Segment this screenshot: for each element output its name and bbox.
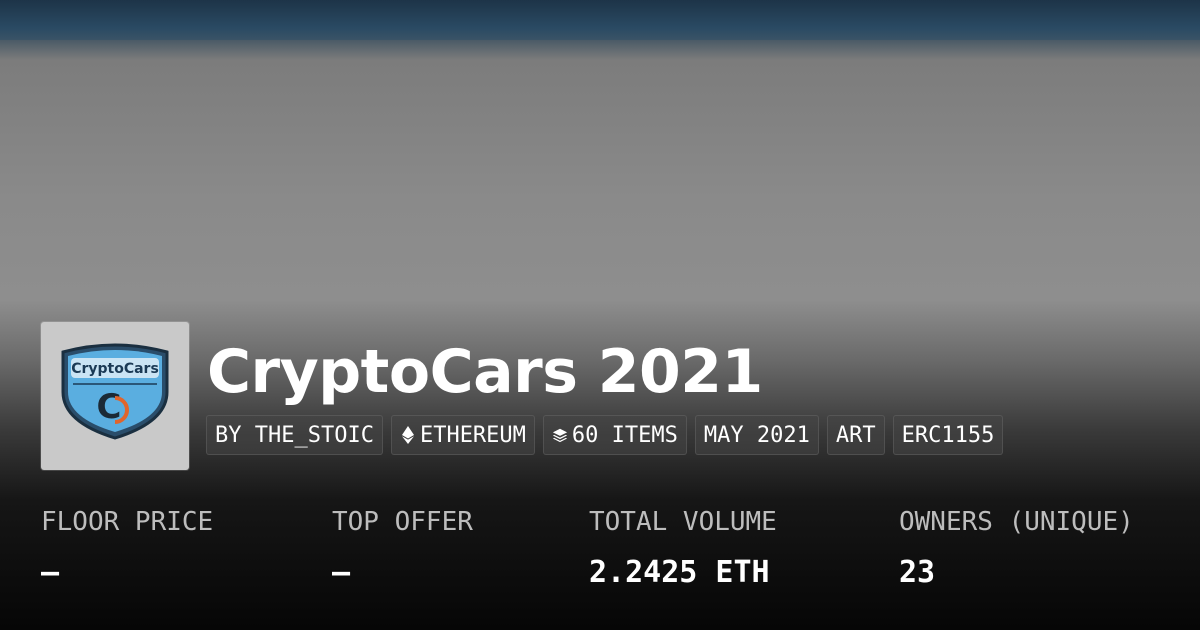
stat-total-volume-label: TOTAL VOLUME [589,507,777,537]
ethereum-icon [400,425,416,445]
tag-creator[interactable]: BY THE_STOIC [206,415,383,455]
stat-owners-label: OWNERS (UNIQUE) [899,507,1134,537]
stat-floor-price-label: FLOOR PRICE [41,507,214,537]
tag-category-label: ART [835,422,876,448]
tag-date[interactable]: MAY 2021 [694,415,819,455]
stat-owners: OWNERS (UNIQUE) 23 [899,505,1134,591]
collection-tags: BY THE_STOIC ETHEREUM 60 ITEMS MAY 2021 … [206,415,1004,455]
tag-standard[interactable]: ERC1155 [892,415,1004,455]
banner-top-band [0,0,1200,40]
collection-title: CryptoCars 2021 [207,337,763,407]
stat-top-offer-label: TOP OFFER [332,507,473,537]
cryptocars-logo: CryptoCars C [61,343,169,440]
stat-top-offer-value: — [332,555,351,590]
tag-chain[interactable]: ETHEREUM [390,415,535,455]
stat-total-volume: TOTAL VOLUME 2.2425 ETH [589,505,777,591]
tag-creator-label: BY THE_STOIC [215,422,374,448]
stat-floor-price-value: — [41,555,60,590]
tag-date-label: MAY 2021 [703,422,810,448]
tag-items[interactable]: 60 ITEMS [542,415,687,455]
layers-icon [552,425,568,445]
tag-category[interactable]: ART [826,415,885,455]
logo-wordmark: CryptoCars [71,361,159,377]
tag-chain-label: ETHEREUM [419,422,526,448]
stat-top-offer: TOP OFFER — [332,505,473,591]
tag-items-label: 60 ITEMS [571,422,678,448]
stat-owners-value: 23 [899,555,936,590]
stat-floor-price: FLOOR PRICE — [41,505,213,591]
stat-total-volume-value: 2.2425 ETH [589,555,770,590]
collection-logo[interactable]: CryptoCars C [41,322,189,470]
tag-standard-label: ERC1155 [901,422,995,448]
